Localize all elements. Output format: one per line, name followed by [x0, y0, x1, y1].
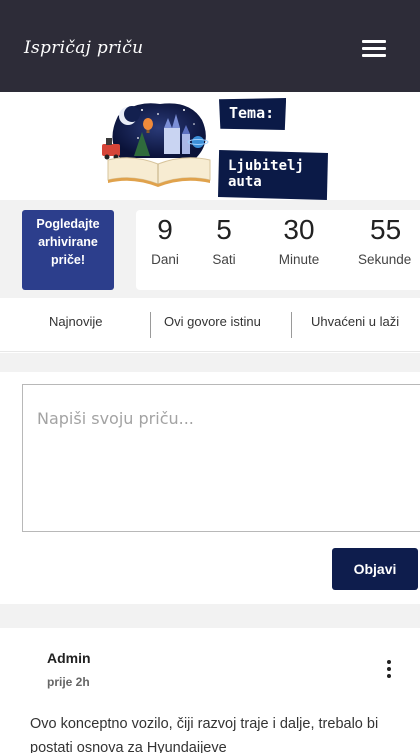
- top-bar: Ispričaj priču: [0, 0, 420, 92]
- days-value: 9: [157, 214, 173, 245]
- theme-topic: Ljubitelj auta: [218, 150, 328, 200]
- countdown-days: 9 Dani: [140, 212, 190, 267]
- more-vertical-icon[interactable]: [386, 660, 392, 680]
- open-book-fairytale-illustration: [102, 103, 211, 187]
- tab-divider: [150, 312, 151, 338]
- countdown-hours: 5 Sati: [196, 212, 252, 267]
- minutes-value: 30: [283, 214, 315, 245]
- tab-caught-lying[interactable]: Uhvaćeni u laži: [311, 314, 399, 329]
- tab-newest[interactable]: Najnovije: [49, 314, 102, 329]
- app-logo[interactable]: Ispričaj priču: [24, 38, 143, 58]
- days-label: Dani: [151, 252, 179, 267]
- tab-divider: [291, 312, 292, 338]
- hamburger-menu-icon[interactable]: [362, 40, 386, 58]
- publish-button[interactable]: Objavi: [332, 548, 418, 590]
- section-divider: [0, 604, 420, 628]
- tab-telling-truth[interactable]: Ovi govore istinu: [164, 314, 261, 329]
- story-input[interactable]: [22, 384, 420, 532]
- seconds-label: Sekunde: [358, 252, 412, 267]
- hours-value: 5: [216, 214, 232, 245]
- section-divider: [0, 353, 420, 372]
- minutes-label: Minute: [278, 252, 320, 267]
- archive-stories-button[interactable]: Pogledajte arhivirane priče!: [22, 210, 114, 290]
- countdown-seconds: 55 Sekunde: [352, 212, 420, 267]
- theme-label: Tema:: [219, 98, 287, 130]
- countdown-minutes: 30 Minute: [264, 212, 334, 267]
- seconds-value: 55: [370, 214, 402, 245]
- post-body: Ovo konceptno vozilo, čiji razvoj traje …: [30, 716, 379, 753]
- post-author[interactable]: Admin: [47, 650, 91, 666]
- hours-label: Sati: [212, 252, 236, 267]
- post-time: prije 2h: [47, 675, 90, 689]
- story-filter-tabs: Najnovije Ovi govore istinu Uhvaćeni u l…: [0, 298, 420, 352]
